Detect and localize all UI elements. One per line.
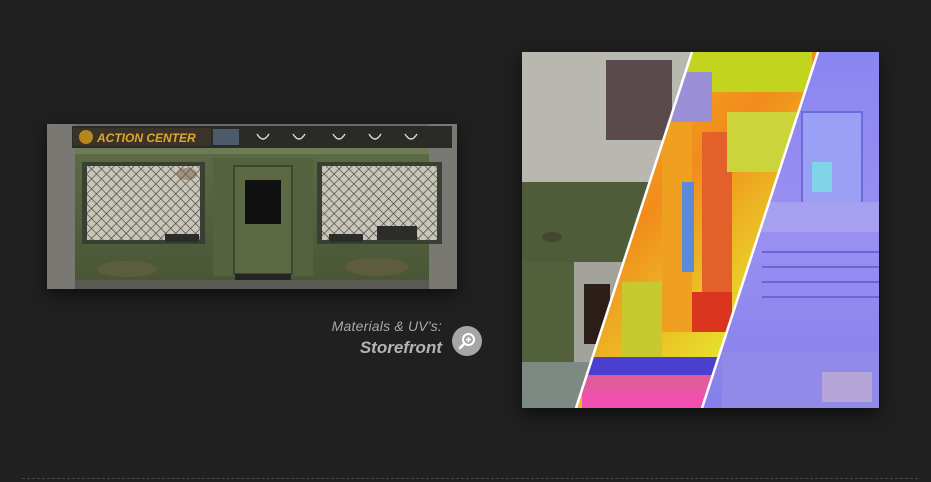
zoom-in-icon <box>458 333 475 350</box>
section-divider <box>22 478 918 479</box>
texture-sheet <box>522 51 879 409</box>
texture-sheet-image <box>522 51 879 409</box>
caption-title: Storefront <box>359 338 442 357</box>
zoom-button[interactable] <box>452 326 482 356</box>
materials-caption: Materials & UV's: Storefront <box>300 318 442 358</box>
storefront-render: ACTION CENTER <box>47 124 457 289</box>
storefront-render-image: ACTION CENTER <box>47 124 457 289</box>
sign-text: ACTION CENTER <box>96 131 196 145</box>
caption-subtitle: Materials & UV's: <box>331 318 442 334</box>
